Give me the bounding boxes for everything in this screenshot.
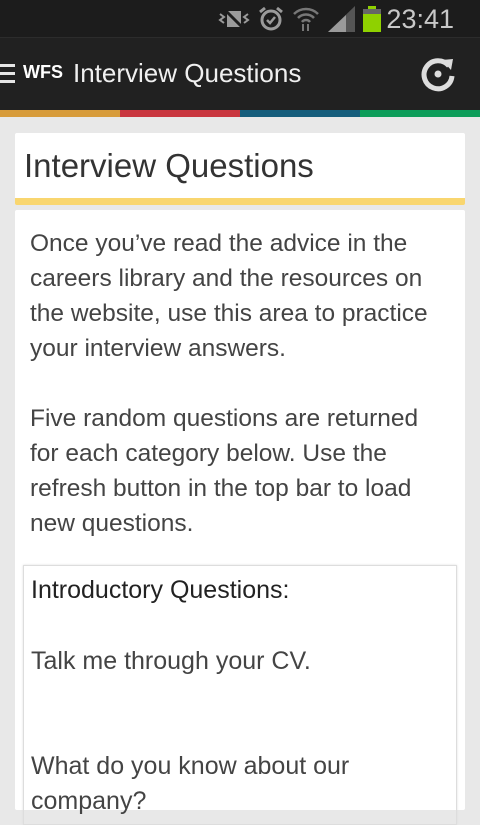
question-item: Talk me through your CV. [31, 647, 311, 675]
category-title: Introductory Questions: [31, 576, 290, 604]
intro-paragraph: Five random questions are returned for e… [30, 405, 419, 537]
battery-icon [363, 6, 381, 32]
heading-card: Interview Questions [15, 133, 465, 205]
status-bar: 23:41 [0, 0, 480, 38]
stripe-blue [240, 110, 360, 117]
color-stripe [0, 110, 480, 117]
app-logo[interactable]: WFS [23, 62, 63, 83]
intro-paragraph: Once you’ve read the advice in the caree… [30, 230, 428, 362]
app-title: Interview Questions [73, 58, 302, 88]
wifi-icon [293, 7, 319, 31]
vibrate-silent-icon [218, 7, 250, 31]
page-title: Interview Questions [24, 147, 314, 184]
question-category-box: Introductory Questions: Talk me through … [23, 565, 457, 825]
question-item: What do you know about our company? [31, 752, 350, 815]
action-bar: WFS Interview Questions [0, 38, 480, 110]
clock: 23:41 [386, 4, 454, 34]
hamburger-icon[interactable] [0, 64, 15, 84]
stripe-red [120, 110, 240, 117]
stripe-green [360, 110, 480, 117]
intro-text: Once you’ve read the advice in the caree… [30, 226, 450, 576]
stripe-orange [0, 110, 120, 117]
signal-icon [328, 6, 355, 32]
content-card: Once you’ve read the advice in the caree… [15, 210, 465, 825]
refresh-icon[interactable] [420, 56, 456, 92]
alarm-icon [259, 6, 283, 31]
